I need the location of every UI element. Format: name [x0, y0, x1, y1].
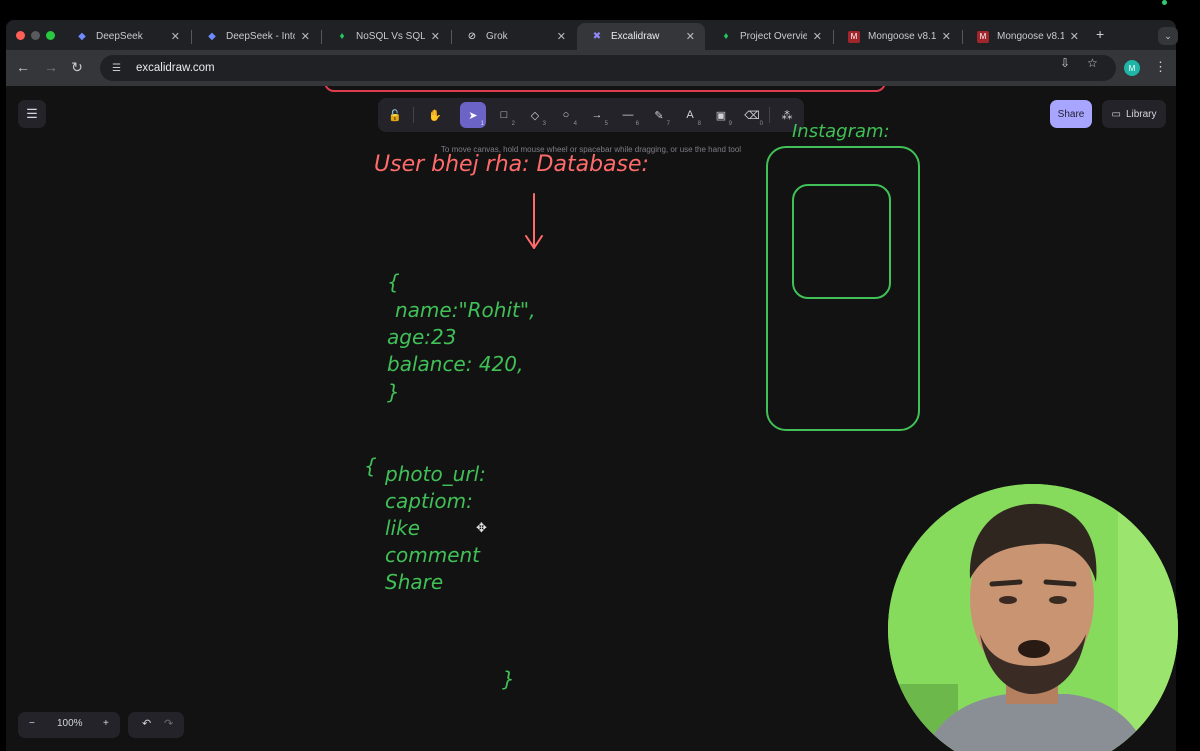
zoom-level[interactable]: 100%	[57, 718, 83, 729]
post-doc-close-brace[interactable]: }	[502, 667, 515, 691]
close-tab-icon[interactable]: ✕	[171, 30, 180, 43]
tab-title: Mongoose v8.13	[868, 31, 936, 42]
post-field-like[interactable]: like	[385, 516, 420, 540]
user-doc-age[interactable]: age:23	[387, 325, 456, 349]
browser-tab[interactable]: ⊘ Grok ✕	[452, 23, 576, 50]
install-app-icon[interactable]: ⇩	[1060, 56, 1070, 70]
diamond-tool-icon[interactable]: ◇ 3	[522, 102, 548, 128]
browser-tab[interactable]: M Mongoose v8.13 ✕	[834, 23, 961, 50]
eraser-tool-icon[interactable]: ⌫ 0	[739, 102, 765, 128]
minimize-window-button[interactable]	[31, 31, 40, 40]
deepseek-whale-icon: ◆	[78, 31, 86, 42]
bookmark-star-icon[interactable]: ☆	[1087, 56, 1098, 70]
lock-icon[interactable]: 🔓	[382, 102, 408, 128]
close-tab-icon[interactable]: ✕	[301, 30, 310, 43]
reload-icon[interactable]: ↻	[68, 59, 86, 76]
mongodb-leaf-icon: ♦	[339, 31, 345, 42]
user-doc-open-brace[interactable]: {	[387, 270, 400, 294]
post-doc-open-brace[interactable]: {	[364, 454, 377, 478]
book-icon: ▭	[1111, 108, 1121, 120]
history-controls: ↶ ↷	[128, 712, 184, 738]
tab-title: DeepSeek - Into	[226, 31, 295, 42]
profile-avatar[interactable]: M	[1124, 60, 1140, 76]
tab-title: Grok	[486, 31, 508, 42]
url-text[interactable]: excalidraw.com	[136, 62, 215, 74]
ellipse-tool-icon[interactable]: ○ 4	[553, 102, 579, 128]
browser-tab-bar: ◆ DeepSeek ✕ ◆ DeepSeek - Into ✕ ♦ NoSQL…	[6, 20, 1178, 50]
arrow-tool-icon[interactable]: → 5	[584, 102, 610, 128]
excalidraw-icon: ✖	[592, 31, 602, 42]
library-label: Library	[1125, 108, 1157, 120]
maximize-window-button[interactable]	[46, 31, 55, 40]
browser-tab-active[interactable]: ✖ Excalidraw ✕	[577, 23, 705, 50]
pencil-tool-icon[interactable]: ✎ 7	[646, 102, 672, 128]
post-field-share[interactable]: Share	[385, 570, 443, 594]
close-tab-icon[interactable]: ✕	[431, 30, 440, 43]
line-tool-icon[interactable]: —6	[615, 102, 641, 128]
close-window-button[interactable]	[16, 31, 25, 40]
redo-icon[interactable]: ↷	[164, 717, 173, 730]
zoom-out-button[interactable]: −	[29, 718, 35, 729]
post-field-comment[interactable]: comment	[385, 543, 480, 567]
browser-toolbar: ← → ↻ ☰ excalidraw.com ⇩ ☆ M ⋮	[6, 50, 1176, 86]
phone-screen-shape[interactable]	[792, 184, 891, 299]
tab-title: NoSQL Vs SQL D	[356, 31, 425, 42]
hand-tool-icon[interactable]: ✋	[422, 102, 448, 128]
share-button[interactable]: Share	[1050, 100, 1092, 128]
down-arrow-shape[interactable]	[522, 190, 546, 252]
browser-tab[interactable]: ♦ NoSQL Vs SQL D ✕	[322, 23, 450, 50]
deepseek-whale-icon: ◆	[208, 31, 216, 42]
close-tab-icon[interactable]: ✕	[813, 30, 822, 43]
browser-tab[interactable]: ◆ DeepSeek ✕	[62, 23, 190, 50]
heading-text[interactable]: User bhej rha: Database:	[374, 152, 649, 177]
forward-arrow-icon[interactable]: →	[42, 59, 60, 75]
undo-icon[interactable]: ↶	[142, 717, 151, 730]
browser-tab[interactable]: ◆ DeepSeek - Into ✕	[192, 23, 320, 50]
back-arrow-icon[interactable]: ←	[14, 59, 32, 75]
text-tool-icon[interactable]: A8	[677, 102, 703, 128]
rectangle-tool-icon[interactable]: □ 2	[491, 102, 517, 128]
browser-tab[interactable]: M Mongoose v8.13 ✕	[963, 23, 1089, 50]
mongoose-icon: M	[977, 30, 989, 43]
user-doc-name[interactable]: name:"Rohit",	[395, 298, 535, 322]
zoom-in-button[interactable]: +	[103, 718, 109, 729]
post-field-photo-url[interactable]: photo_url:	[385, 462, 486, 486]
tab-title: Project Overview	[740, 31, 807, 42]
browser-menu-icon[interactable]: ⋮	[1154, 59, 1167, 75]
address-bar[interactable]: ☰ excalidraw.com	[100, 55, 1116, 81]
browser-tab[interactable]: ♦ Project Overview ✕	[706, 23, 832, 50]
close-tab-icon[interactable]: ✕	[557, 30, 566, 43]
zoom-controls: − 100% +	[18, 712, 120, 738]
grok-icon: ⊘	[467, 31, 477, 42]
move-cursor-icon: ✥	[476, 520, 487, 535]
drawn-rectangle-partial[interactable]	[324, 86, 886, 92]
close-tab-icon[interactable]: ✕	[686, 30, 695, 43]
mongoose-icon: M	[848, 30, 860, 43]
close-tab-icon[interactable]: ✕	[942, 30, 951, 43]
user-doc-balance[interactable]: balance: 420,	[387, 352, 523, 376]
close-tab-icon[interactable]: ✕	[1070, 30, 1079, 43]
tab-title: Excalidraw	[611, 31, 660, 42]
mongodb-leaf-icon: ♦	[723, 31, 729, 42]
post-field-caption[interactable]: captiom:	[385, 489, 473, 513]
instagram-label[interactable]: Instagram:	[792, 121, 890, 142]
tab-title: DeepSeek	[96, 31, 143, 42]
selection-tool-icon[interactable]: ➤ 1	[460, 102, 486, 128]
hamburger-menu-icon[interactable]: ☰	[18, 100, 46, 128]
image-tool-icon[interactable]: ▣ 9	[708, 102, 734, 128]
new-tab-button[interactable]: +	[1096, 26, 1104, 42]
library-button[interactable]: ▭ Library	[1102, 100, 1166, 128]
tab-search-chevron-icon[interactable]: ⌄	[1158, 27, 1178, 45]
toolbar-divider	[769, 107, 770, 123]
toolbar-divider	[413, 107, 414, 123]
site-settings-icon[interactable]: ☰	[112, 63, 128, 74]
shape-toolbar: 🔓 ✋ ➤ 1 □ 2 ◇ 3 ○ 4 → 5 —6 ✎ 7 A8 ▣ 9 ⌫ 0 ⁂	[378, 98, 804, 132]
tab-title: Mongoose v8.13	[997, 31, 1064, 42]
status-dot	[1162, 0, 1167, 5]
user-doc-close-brace[interactable]: }	[387, 380, 400, 404]
